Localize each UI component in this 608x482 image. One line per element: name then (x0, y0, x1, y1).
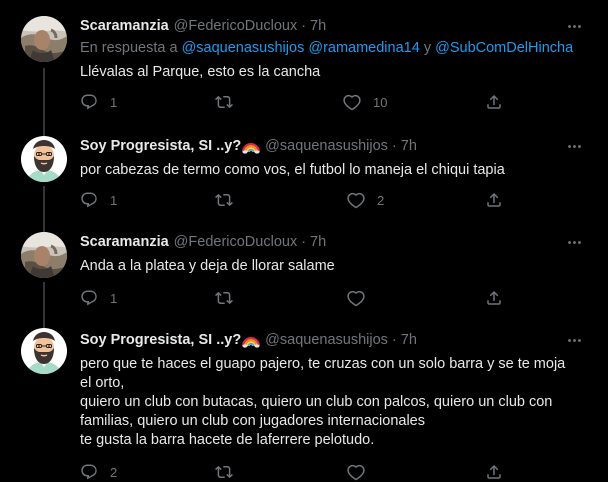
more-dots-icon (566, 332, 583, 349)
display-name[interactable]: Soy Progresista, SI ..y? (80, 330, 241, 350)
retweet-button[interactable] (215, 288, 245, 308)
tweet-text: Llévalas al Parque, esto es la cancha (80, 64, 321, 80)
display-name[interactable]: Scaramanzia (80, 232, 169, 252)
separator-dot: · (301, 18, 307, 34)
reply-count: 1 (110, 290, 118, 306)
thread-connector (43, 316, 45, 328)
conversation-thread: Scaramanzia @FedericoDucloux · 7h En res… (0, 0, 608, 471)
timestamp[interactable]: 7h (310, 16, 326, 36)
share-icon (485, 289, 503, 307)
timestamp[interactable]: 7h (401, 136, 417, 156)
avatar[interactable] (21, 328, 67, 374)
rainbow-emoji-icon (242, 138, 260, 154)
reply-button[interactable]: 1 (80, 288, 117, 308)
heart-icon (347, 289, 365, 307)
more-options-button[interactable] (562, 16, 586, 36)
retweet-icon (215, 93, 233, 111)
separator-dot: · (391, 138, 397, 154)
thread-connector (43, 218, 45, 232)
retweet-icon (215, 463, 233, 481)
share-icon (485, 463, 503, 481)
retweet-button[interactable] (215, 92, 245, 112)
tweet-header: Soy Progresista, SI ..y? @saquenasushijo… (80, 330, 590, 350)
user-handle[interactable]: @saquenasushijos (265, 136, 388, 156)
reply-count: 1 (110, 94, 118, 110)
user-handle[interactable]: @FedericoDucloux (174, 232, 298, 252)
reply-button[interactable]: 2 (80, 462, 117, 482)
retweet-icon (215, 191, 233, 209)
thread-connector (43, 122, 45, 136)
share-icon (485, 93, 503, 111)
heart-icon (347, 463, 365, 481)
share-button[interactable] (485, 92, 503, 112)
rainbow-emoji-icon (242, 332, 260, 348)
tweet-header: Scaramanzia @FedericoDucloux · 7h (80, 232, 590, 252)
reply-and: y (423, 40, 432, 56)
heart-icon (343, 93, 361, 111)
tweet-header: Soy Progresista, SI ..y? @saquenasushijo… (80, 136, 590, 156)
retweet-button[interactable] (215, 462, 233, 482)
more-dots-icon (566, 138, 583, 155)
thread-connector (43, 68, 45, 122)
share-button[interactable] (485, 288, 503, 308)
tweet-actions: 1 (80, 288, 510, 308)
retweet-icon (215, 289, 233, 307)
like-count: 10 (373, 94, 388, 110)
share-icon (485, 191, 503, 209)
timestamp[interactable]: 7h (401, 330, 417, 350)
thread-connector (43, 282, 45, 316)
like-button[interactable] (347, 288, 377, 308)
reply-button[interactable]: 1 (80, 190, 117, 210)
tweet-actions: 1 10 (80, 92, 510, 112)
reply-button[interactable]: 1 (80, 92, 117, 112)
like-button[interactable] (347, 462, 365, 482)
tweet[interactable]: Scaramanzia @FedericoDucloux · 7h Anda a… (0, 218, 608, 316)
tweet[interactable]: Soy Progresista, SI ..y? @saquenasushijo… (0, 316, 608, 471)
reply-icon (80, 93, 98, 111)
share-button[interactable] (485, 190, 503, 210)
tweet-text: por cabezas de termo como vos, el futbol… (80, 162, 505, 178)
more-dots-icon (566, 234, 583, 251)
reply-mentions[interactable]: @saquenasushijos @ramamedina14 (182, 40, 420, 56)
like-button[interactable]: 10 (343, 92, 387, 112)
share-button[interactable] (485, 462, 503, 482)
timestamp[interactable]: 7h (310, 232, 326, 252)
more-options-button[interactable] (562, 136, 586, 156)
tweet-header: Scaramanzia @FedericoDucloux · 7h (80, 16, 590, 36)
separator-dot: · (391, 332, 397, 348)
more-options-button[interactable] (562, 232, 586, 252)
retweet-button[interactable] (215, 190, 245, 210)
user-handle[interactable]: @FedericoDucloux (174, 16, 298, 36)
avatar[interactable] (21, 16, 67, 62)
reply-icon (80, 191, 98, 209)
thread-connector (43, 186, 45, 218)
reply-count: 1 (110, 192, 118, 208)
tweet[interactable]: Soy Progresista, SI ..y? @saquenasushijo… (0, 122, 608, 218)
avatar[interactable] (21, 136, 67, 182)
more-dots-icon (566, 18, 583, 35)
reply-context: En respuesta a @saquenasushijos @ramamed… (80, 38, 590, 58)
tweet[interactable]: Scaramanzia @FedericoDucloux · 7h En res… (0, 0, 608, 122)
like-count: 2 (377, 192, 385, 208)
reply-prefix: En respuesta a (80, 40, 178, 56)
tweet-actions: 2 (80, 462, 510, 482)
avatar[interactable] (21, 232, 67, 278)
tweet-text: pero que te haces el guapo pajero, te cr… (80, 356, 566, 448)
like-button[interactable]: 2 (347, 190, 384, 210)
tweet-text: Anda a la platea y deja de llorar salame (80, 258, 335, 274)
reply-mention-last[interactable]: @SubComDelHincha (435, 40, 573, 56)
tweet-actions: 1 2 (80, 190, 510, 210)
reply-icon (80, 463, 98, 481)
more-options-button[interactable] (562, 330, 586, 350)
display-name[interactable]: Scaramanzia (80, 16, 169, 36)
separator-dot: · (301, 234, 307, 250)
user-handle[interactable]: @saquenasushijos (265, 330, 388, 350)
reply-count: 2 (110, 464, 118, 480)
heart-icon (347, 191, 365, 209)
display-name[interactable]: Soy Progresista, SI ..y? (80, 136, 241, 156)
reply-icon (80, 289, 98, 307)
